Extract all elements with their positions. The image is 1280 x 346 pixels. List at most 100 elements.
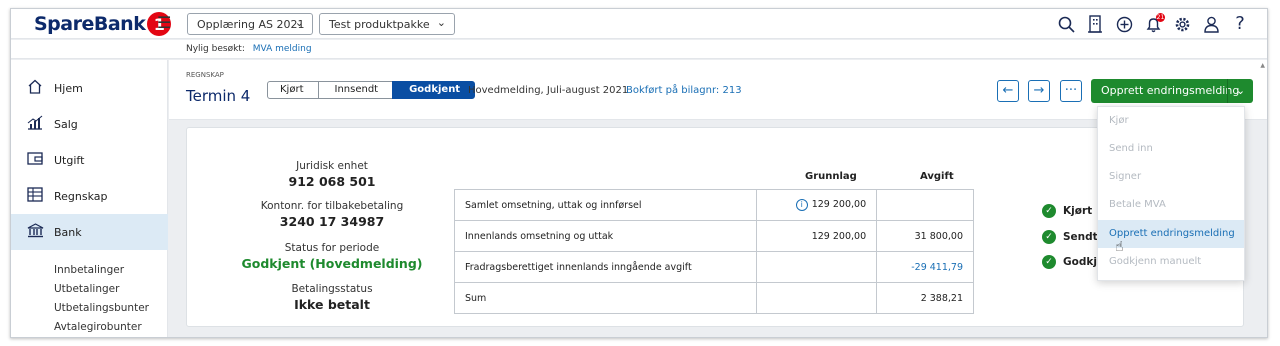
sidebar-item-label: Bank	[54, 225, 82, 239]
check-circle-icon: ✓	[1042, 204, 1056, 218]
avgift-cell: 2 388,21	[876, 282, 974, 314]
check-circle-icon: ✓	[1042, 230, 1056, 244]
status-periode-label: Status for periode	[284, 242, 380, 254]
check-circle-icon: ✓	[1042, 255, 1056, 269]
bank-icon	[25, 222, 45, 242]
vat-table: Samlet omsetning, uttak og innførsel i 12…	[453, 189, 974, 314]
next-button[interactable]: →	[1028, 80, 1050, 102]
chevron-down-icon: ⌄	[294, 16, 304, 29]
sparebank-logo[interactable]: SpareBank 1	[34, 12, 172, 36]
sidebar: Hjem Salg Utgift Regnskap Bank Innbetali…	[11, 60, 168, 337]
juridisk-enhet-block: Juridisk enhet 912 068 501	[222, 160, 442, 189]
column-header-grunnlag: Grunnlag	[805, 171, 857, 182]
betalingsstatus-value: Ikke betalt	[294, 297, 370, 312]
table-row: Samlet omsetning, uttak og innførsel i 12…	[453, 189, 974, 221]
plus-circle-icon[interactable]	[1115, 13, 1133, 35]
chart-icon	[25, 115, 45, 134]
bokfort-link[interactable]: Bokført på bilagnr: 213	[626, 85, 742, 96]
scroll-up-arrow-icon[interactable]: ▲	[1260, 62, 1265, 69]
search-icon[interactable]	[1057, 13, 1075, 35]
grunnlag-cell: i 129 200,00	[756, 189, 878, 221]
avgift-cell	[876, 189, 974, 221]
product-select[interactable]: Test produktpakke ⌄	[319, 13, 455, 35]
page-title: Termin 4	[186, 87, 251, 105]
create-change-report-button[interactable]: Opprett endringsmelding ⌄	[1091, 79, 1253, 103]
step-kjort[interactable]: Kjørt	[267, 81, 319, 99]
building-icon[interactable]	[1086, 13, 1104, 35]
section-label: REGNSKAP	[186, 71, 224, 79]
hamburger-menu-icon[interactable]: ☰	[157, 15, 173, 31]
sidebar-item-regnskap[interactable]: Regnskap	[11, 178, 168, 214]
more-dots-icon: ···	[1064, 83, 1078, 98]
period-description: Hovedmelding, Juli-august 2021	[468, 85, 629, 96]
help-icon[interactable]: ?	[1231, 13, 1249, 35]
menu-item-betale-mva[interactable]: Betale MVA	[1098, 191, 1244, 219]
status-item-label: Kjørt	[1063, 205, 1093, 217]
status-periode-value: Godkjent (Hovedmelding)	[241, 256, 423, 271]
sidebar-item-utgift[interactable]: Utgift	[11, 142, 168, 178]
sidebar-item-label: Utgift	[54, 153, 85, 167]
company-select-value: Opplæring AS 2021	[197, 17, 305, 31]
hand-cursor-icon: ☝	[1115, 239, 1124, 255]
top-icon-bar: 21 ?	[1057, 13, 1249, 35]
row-label: Innenlands omsetning og uttak	[453, 220, 758, 252]
grunnlag-cell	[756, 282, 878, 314]
user-icon[interactable]	[1202, 13, 1220, 35]
dropdown-toggle[interactable]: ⌄	[1227, 79, 1253, 103]
kontonr-block: Kontonr. for tilbakebetaling 3240 17 349…	[222, 200, 442, 229]
table-row: Fradragsberettiget innenlands inngående …	[453, 251, 974, 283]
menu-item-signer[interactable]: Signer	[1098, 163, 1244, 191]
row-label: Fradragsberettiget innenlands inngående …	[453, 251, 758, 283]
more-button[interactable]: ···	[1060, 80, 1082, 102]
betalingsstatus-block: Betalingsstatus Ikke betalt	[222, 283, 442, 312]
app-window: SpareBank 1 ☰ Opplæring AS 2021 ⌄ Test p…	[10, 8, 1268, 338]
avgift-cell: 31 800,00	[876, 220, 974, 252]
chevron-down-icon: ⌄	[436, 16, 446, 29]
arrow-left-icon: ←	[1002, 83, 1014, 98]
status-steps: Kjørt Innsendt Godkjent	[267, 81, 476, 99]
column-header-avgift: Avgift	[920, 171, 954, 182]
arrow-right-icon: →	[1033, 83, 1045, 98]
notification-badge: 21	[1156, 13, 1165, 22]
wallet-icon	[25, 151, 45, 170]
juridisk-enhet-value: 912 068 501	[288, 174, 376, 189]
gear-icon[interactable]	[1173, 13, 1191, 35]
logo-text: SpareBank	[34, 13, 146, 35]
kontonr-label: Kontonr. for tilbakebetaling	[260, 200, 404, 212]
recently-visited-link[interactable]: MVA melding	[253, 44, 312, 54]
table-row: Sum 2 388,21	[453, 282, 974, 314]
grunnlag-cell	[756, 251, 878, 283]
row-label: Samlet omsetning, uttak og innførsel	[453, 189, 758, 221]
sidebar-item-salg[interactable]: Salg	[11, 106, 168, 142]
row-label: Sum	[453, 282, 758, 314]
grunnlag-value: 129 200,00	[811, 199, 867, 210]
company-select[interactable]: Opplæring AS 2021 ⌄	[187, 13, 313, 35]
betalingsstatus-label: Betalingsstatus	[291, 283, 373, 295]
sidebar-subitem-innbetalinger[interactable]: Innbetalinger	[54, 264, 124, 276]
chevron-down-icon: ⌄	[1235, 84, 1246, 97]
recently-visited-label: Nylig besøkt:	[186, 44, 245, 54]
info-icon[interactable]: i	[795, 199, 808, 211]
sidebar-subitem-utbetalingsbunter[interactable]: Utbetalingsbunter	[54, 302, 149, 314]
menu-item-kjor[interactable]: Kjør	[1098, 107, 1244, 135]
grunnlag-cell: 129 200,00	[756, 220, 878, 252]
sidebar-subitem-avtalegirobunter[interactable]: Avtalegirobunter	[54, 321, 142, 333]
juridisk-enhet-label: Juridisk enhet	[296, 160, 368, 172]
sidebar-item-label: Hjem	[54, 81, 83, 95]
previous-button[interactable]: ←	[997, 80, 1019, 102]
top-bar: SpareBank 1 ☰ Opplæring AS 2021 ⌄ Test p…	[11, 9, 1267, 39]
avgift-cell[interactable]: -29 411,79	[876, 251, 974, 283]
kontonr-value: 3240 17 34987	[279, 214, 385, 229]
sidebar-item-label: Salg	[54, 117, 78, 131]
step-godkjent[interactable]: Godkjent	[392, 81, 476, 99]
home-icon	[25, 79, 45, 98]
vat-report-card: Juridisk enhet 912 068 501 Kontonr. for …	[186, 127, 1244, 327]
sidebar-subitem-utbetalinger[interactable]: Utbetalinger	[54, 283, 119, 295]
primary-button-label: Opprett endringsmelding	[1101, 84, 1240, 97]
table-row: Innenlands omsetning og uttak 129 200,00…	[453, 220, 974, 252]
step-innsendt[interactable]: Innsendt	[317, 81, 394, 99]
sidebar-item-hjem[interactable]: Hjem	[11, 70, 168, 106]
sidebar-item-bank[interactable]: Bank	[11, 214, 168, 250]
bell-icon[interactable]: 21	[1144, 13, 1165, 35]
menu-item-send-inn[interactable]: Send inn	[1098, 135, 1244, 163]
